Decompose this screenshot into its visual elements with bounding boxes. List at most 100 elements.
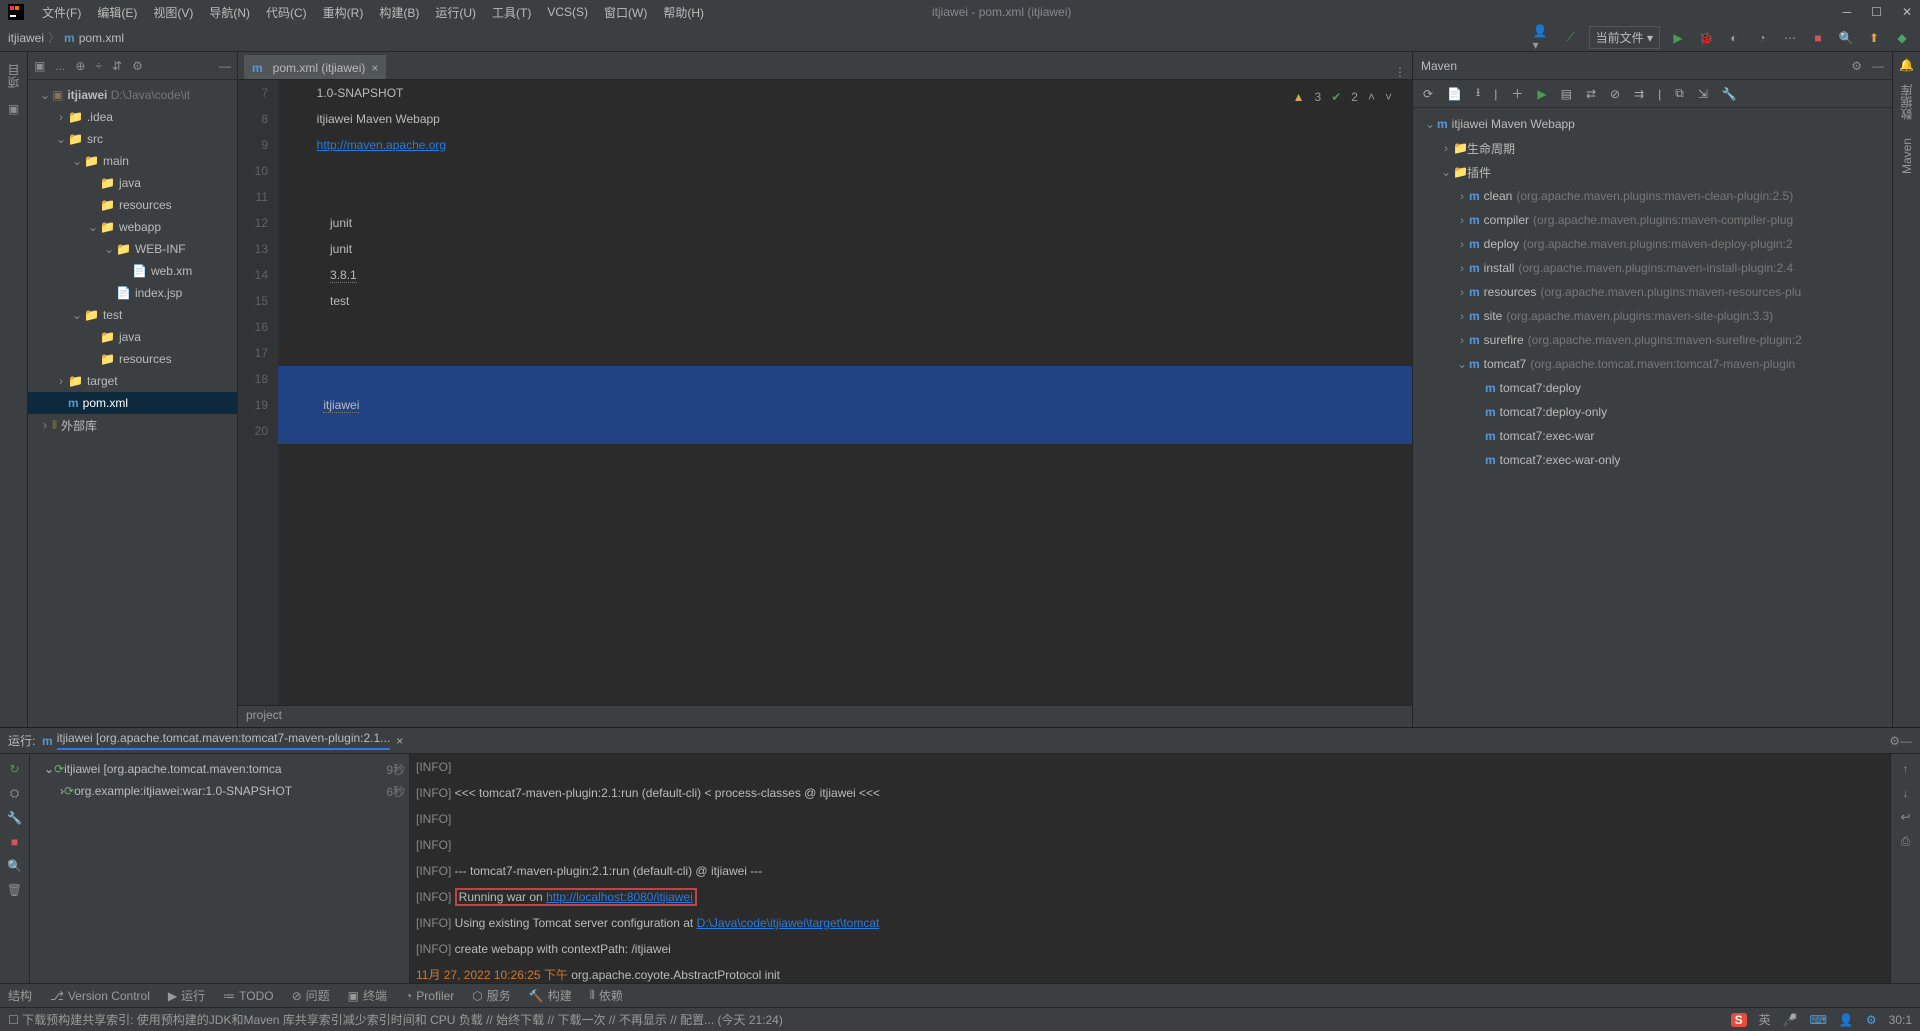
editor-content[interactable]: 7891011121314151617181920 ▲3 ✔2 ˄˅ 1.0-S… — [238, 80, 1412, 705]
menu-vcs[interactable]: VCS(S) — [539, 5, 596, 19]
tree-node-main[interactable]: ⌄📁main — [28, 150, 237, 172]
tree-node-web-xm[interactable]: 📄web.xm — [28, 260, 237, 282]
execute-icon[interactable]: ▤ — [1561, 87, 1572, 101]
tab-close-icon[interactable]: × — [396, 734, 403, 748]
download-icon[interactable]: ⭳ — [1476, 83, 1480, 104]
soft-wrap-icon[interactable]: ↩ — [1900, 810, 1910, 824]
bb-todo[interactable]: ≔ TODO — [223, 989, 273, 1003]
tree-node--[interactable]: ›⫴外部库 — [28, 414, 237, 436]
tree-node-resources[interactable]: 📁resources — [28, 348, 237, 370]
editor-inspections[interactable]: ▲3 ✔2 ˄˅ — [1293, 84, 1392, 110]
status-message[interactable]: 下载预构建共享索引: 使用预构建的JDK和Maven 库共享索引减少索引时间和 … — [22, 1011, 783, 1028]
bell-icon[interactable]: 🔔 — [1899, 58, 1914, 72]
codewithme-icon[interactable]: ◆ — [1892, 31, 1912, 45]
expand-icon[interactable]: ... — [55, 59, 65, 73]
project-tree[interactable]: ⌄▣ itjiawei D:\Java\code\it ›📁.idea⌄📁src… — [28, 80, 237, 727]
menu-run[interactable]: 运行(U) — [427, 4, 484, 21]
bb-profiler[interactable]: ◔ Profiler — [405, 989, 454, 1003]
menu-navigate[interactable]: 导航(N) — [201, 4, 258, 21]
hide-icon[interactable]: — — [1900, 734, 1912, 748]
tree-node-src[interactable]: ⌄📁src — [28, 128, 237, 150]
hide-icon[interactable]: — — [219, 59, 231, 73]
menu-tools[interactable]: 工具(T) — [484, 4, 539, 21]
down-icon[interactable]: ˅ — [1385, 84, 1392, 110]
hide-icon[interactable]: — — [1872, 59, 1884, 73]
menu-help[interactable]: 帮助(H) — [655, 4, 712, 21]
maven-plugin-deploy[interactable]: ›mdeploy(org.apache.maven.plugins:maven-… — [1413, 232, 1892, 256]
maven-plugin-install[interactable]: ›minstall(org.apache.maven.plugins:maven… — [1413, 256, 1892, 280]
print-icon[interactable]: ⎙ — [1901, 834, 1911, 849]
status-keyboard-icon[interactable]: ⌨ — [1810, 1013, 1827, 1027]
scroll-top-icon[interactable]: ↑ — [1903, 762, 1909, 776]
stop-icon[interactable]: ■ — [1808, 31, 1828, 45]
rerun-icon[interactable]: ↻ — [9, 762, 19, 776]
tree-node-webapp[interactable]: ⌄📁webapp — [28, 216, 237, 238]
menu-refactor[interactable]: 重构(R) — [315, 4, 372, 21]
tree-node-resources[interactable]: 📁resources — [28, 194, 237, 216]
side-project[interactable]: 项目 — [5, 58, 22, 94]
bb-problems[interactable]: ⊘ 问题 — [292, 987, 330, 1004]
up-icon[interactable]: ˄ — [1368, 84, 1375, 110]
bb-vcs[interactable]: ⎇ Version Control — [50, 989, 150, 1003]
tab-close-icon[interactable]: × — [371, 61, 378, 75]
run-goal-icon[interactable]: ▶ — [1537, 87, 1546, 101]
scroll-bottom-icon[interactable]: ↓ — [1903, 786, 1909, 800]
filter-icon[interactable]: ⛭ — [10, 786, 20, 801]
maven-goal-tomcat7-deploy[interactable]: mtomcat7:deploy — [1413, 376, 1892, 400]
run-tree[interactable]: ⌄ ⟳ itjiawei [org.apache.tomcat.maven:to… — [30, 754, 410, 983]
status-hints-icon[interactable]: ☐ — [8, 1013, 19, 1027]
sync-icon[interactable]: ⬆ — [1864, 31, 1884, 45]
tree-node-test[interactable]: ⌄📁test — [28, 304, 237, 326]
tree-node-index-jsp[interactable]: 📄index.jsp — [28, 282, 237, 304]
expand-all-icon[interactable]: ⇲ — [1698, 87, 1708, 101]
settings-icon[interactable]: 🔧 — [1722, 87, 1737, 101]
tree-node-target[interactable]: ›📁target — [28, 370, 237, 392]
menu-file[interactable]: 文件(F) — [34, 4, 89, 21]
generate-icon[interactable]: 📄 — [1447, 87, 1462, 101]
menu-edit[interactable]: 编辑(E) — [89, 4, 145, 21]
maven-goal-tomcat7-exec-war-only[interactable]: mtomcat7:exec-war-only — [1413, 448, 1892, 472]
target-icon[interactable]: ⊕ — [75, 59, 85, 73]
ime-lang[interactable]: 英 — [1759, 1011, 1771, 1028]
add-icon[interactable]: ＋ — [1511, 85, 1523, 102]
maven-goal-tomcat7-deploy-only[interactable]: mtomcat7:deploy-only — [1413, 400, 1892, 424]
tab-menu-icon[interactable]: ⋮ — [1394, 65, 1406, 79]
maven-plugin-clean[interactable]: ›mclean(org.apache.maven.plugins:maven-c… — [1413, 184, 1892, 208]
bb-run[interactable]: ▶ 运行 — [168, 987, 205, 1004]
code-area[interactable]: ▲3 ✔2 ˄˅ 1.0-SNAPSHOT itjiawei Maven Web… — [278, 80, 1412, 705]
find-icon[interactable]: 🔍 — [7, 859, 22, 873]
breadcrumb-file[interactable]: pom.xml — [79, 31, 124, 45]
coverage-icon[interactable]: ◐ — [1724, 31, 1744, 45]
editor-breadcrumb-bottom[interactable]: project — [238, 705, 1412, 727]
maven-plugin-surefire[interactable]: ›msurefire(org.apache.maven.plugins:mave… — [1413, 328, 1892, 352]
maven-plugin-resources[interactable]: ›mresources(org.apache.maven.plugins:mav… — [1413, 280, 1892, 304]
maven-lifecycle[interactable]: ›📁生命周期 — [1413, 136, 1892, 160]
build-icon[interactable]: ⟋ — [1561, 30, 1581, 45]
ime-indicator[interactable]: S — [1731, 1013, 1747, 1027]
show-deps-icon[interactable]: ⇉ — [1634, 87, 1644, 101]
cursor-pos[interactable]: 30:1 — [1889, 1013, 1912, 1027]
run-tree-row[interactable]: › ⟳ org.example:itjiawei:war:1.0-SNAPSHO… — [34, 780, 405, 802]
menu-view[interactable]: 视图(V) — [145, 4, 201, 21]
side-structure[interactable]: 结构 — [8, 981, 32, 1010]
menu-build[interactable]: 构建(B) — [371, 4, 427, 21]
status-mic-icon[interactable]: 🎤 — [1783, 1013, 1798, 1027]
menu-window[interactable]: 窗口(W) — [596, 4, 655, 21]
maven-plugin-compiler[interactable]: ›mcompiler(org.apache.maven.plugins:mave… — [1413, 208, 1892, 232]
maven-plugins[interactable]: ⌄📁插件 — [1413, 160, 1892, 184]
run-tab[interactable]: itjiawei [org.apache.tomcat.maven:tomcat… — [57, 731, 391, 750]
close-icon[interactable]: ✕ — [1902, 5, 1912, 19]
console-output[interactable]: [INFO] [INFO] <<< tomcat7-maven-plugin:2… — [410, 754, 1890, 983]
run-tree-row[interactable]: ⌄ ⟳ itjiawei [org.apache.tomcat.maven:to… — [34, 758, 405, 780]
tree-node--idea[interactable]: ›📁.idea — [28, 106, 237, 128]
tree-node-java[interactable]: 📁java — [28, 326, 237, 348]
tree-node-WEB-INF[interactable]: ⌄📁WEB-INF — [28, 238, 237, 260]
bb-services[interactable]: ⬡ 服务 — [472, 987, 511, 1004]
more-icon[interactable]: ⋯ — [1780, 31, 1800, 45]
maven-goal-tomcat7-exec-war[interactable]: mtomcat7:exec-war — [1413, 424, 1892, 448]
gear-icon[interactable]: ⚙ — [1889, 734, 1900, 748]
skip-tests-icon[interactable]: ⊘ — [1610, 87, 1620, 101]
side-maven[interactable]: Maven — [1900, 132, 1914, 180]
status-gear-icon[interactable]: ⚙ — [1866, 1013, 1877, 1027]
select-opened-icon[interactable]: ▣ — [34, 59, 45, 73]
